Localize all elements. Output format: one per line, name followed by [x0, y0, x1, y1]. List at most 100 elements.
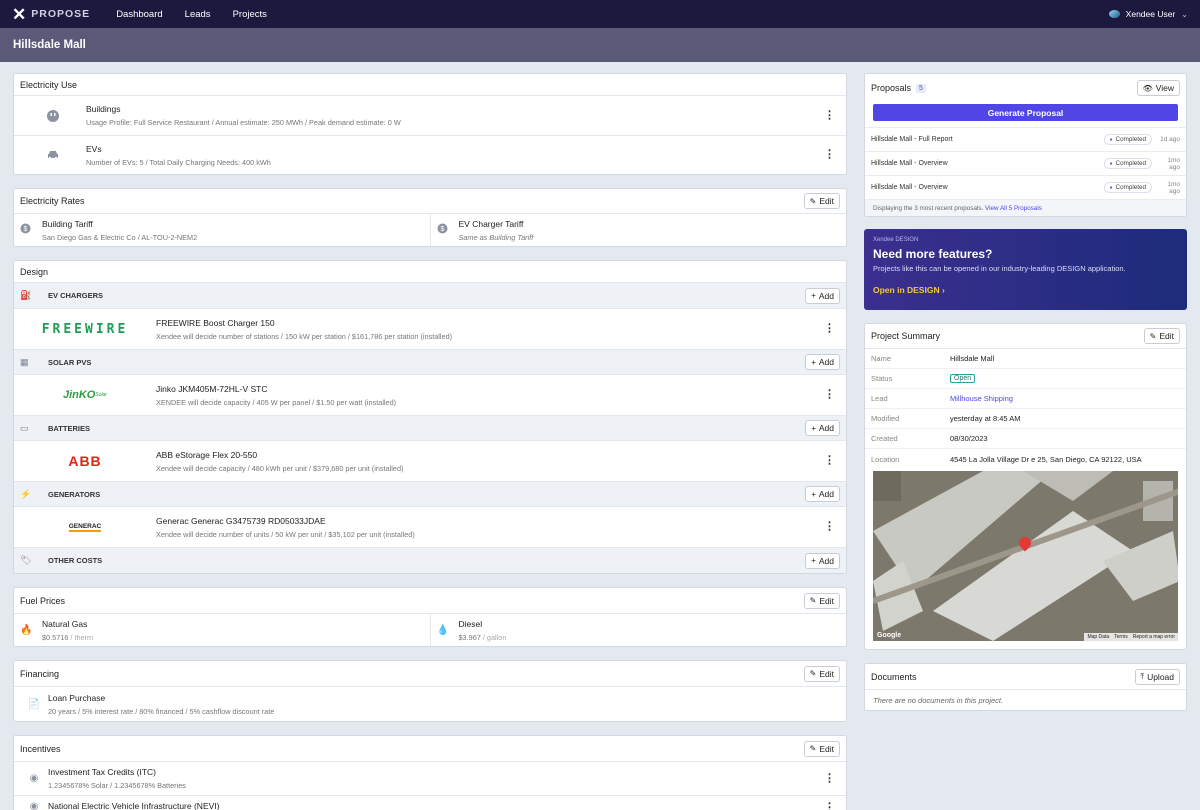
nevi-row[interactable]: ◉ National Electric Vehicle Infrastructu…: [14, 796, 846, 810]
card-title: Electricity Use: [20, 79, 78, 90]
button-label: Add: [818, 555, 834, 566]
button-label: Add: [818, 423, 834, 433]
location-value: 4545 La Jolla Village Dr e 25, San Diego…: [950, 454, 1142, 464]
proposals-card: Proposals 5 👁 View Generate Proposal Hill…: [864, 73, 1187, 217]
terms-link[interactable]: Terms: [1114, 634, 1128, 640]
card-title: Proposals: [871, 83, 912, 93]
more-options-icon[interactable]: ⋮: [824, 323, 835, 335]
evs-detail: Number of EVs: 5 / Total Daily Charging …: [86, 157, 271, 167]
incentives-card: Incentives ✎ Edit ◉ Investment Tax Credit…: [13, 735, 847, 810]
add-battery-button[interactable]: + Add: [805, 420, 840, 436]
building-tariff[interactable]: $ Building Tariff San Diego Gas & Electri…: [14, 214, 430, 246]
more-options-icon[interactable]: ⋮: [824, 149, 835, 161]
incentive-label: Investment Tax Credits (ITC): [48, 767, 157, 777]
documents-card: Documents ⤒ Upload There are no documents…: [864, 663, 1187, 711]
page-title-bar: Hillsdale Mall: [0, 28, 1200, 62]
button-label: Add: [818, 357, 834, 367]
add-ev-charger-button[interactable]: + Add: [805, 287, 840, 304]
add-generator-button[interactable]: + Add: [805, 486, 840, 502]
edit-button[interactable]: ✎ Edit: [803, 665, 840, 682]
promo-body: Projects like this can be opened in our …: [873, 264, 1126, 273]
design-card: Design ⛽ EV CHARGERS + Add FREEWIRE FREEWI…: [13, 260, 847, 574]
dollar-icon: $: [20, 223, 42, 237]
item-name: FREEWIRE Boost Charger 150: [156, 317, 275, 328]
generate-proposal-button[interactable]: Generate Proposal: [873, 104, 1178, 121]
map-attribution: Map Data Terms Report a map error: [1084, 633, 1178, 641]
upload-button[interactable]: ⤒ Upload: [1134, 668, 1180, 685]
right-column: Proposals 5 👁 View Generate Proposal Hill…: [864, 73, 1187, 724]
generac-logo: GENERAC: [68, 522, 102, 532]
more-options-icon[interactable]: ⋮: [824, 773, 835, 784]
nav-projects[interactable]: Projects: [233, 9, 267, 20]
proposals-footer: Displaying the 3 most recent proposals. …: [865, 200, 1186, 216]
evs-row[interactable]: EVs Number of EVs: 5 / Total Daily Chargi…: [14, 136, 846, 174]
button-label: Edit: [1159, 331, 1174, 341]
card-title: Electricity Rates: [20, 196, 85, 206]
solar-item[interactable]: JinKO Solar Jinko JKM405M-72HL-V STC XENDE…: [14, 375, 846, 415]
loan-purchase-row[interactable]: 📄 Loan Purchase 20 years / 5% interest ra…: [14, 687, 846, 721]
more-options-icon[interactable]: ⋮: [824, 521, 835, 533]
field-key: Created: [871, 434, 898, 443]
item-detail: XENDEE will decide capacity / 405 W per …: [156, 397, 397, 407]
generator-item[interactable]: GENERAC Generac Generac G3475739 RD05033…: [14, 507, 846, 547]
fuel-value: $3.967: [458, 632, 481, 642]
open-in-design-link[interactable]: Open in DESIGN ›: [873, 285, 1178, 295]
left-column: Electricity Use Buildings Usage Profile: …: [13, 73, 847, 810]
nav-leads[interactable]: Leads: [185, 9, 211, 20]
view-all-proposals-link[interactable]: View All 5 Proposals: [985, 205, 1042, 212]
map-data-label: Map Data: [1087, 634, 1110, 640]
proposal-row[interactable]: Hillsdale Mall - Full Report Completed 1d …: [865, 128, 1186, 152]
button-label: Edit: [819, 595, 834, 606]
pencil-icon: ✎: [1149, 331, 1157, 341]
brand-logo[interactable]: ✕ PROPOSE: [12, 6, 90, 23]
promo-headline: Need more features?: [873, 247, 993, 261]
ev-charger-tariff[interactable]: $ EV Charger Tariff Same as Building Tari…: [429, 214, 847, 246]
plus-icon: +: [811, 423, 816, 433]
coins-icon: ◉: [29, 773, 39, 784]
buildings-detail: Usage Profile: Full Service Restaurant /…: [86, 118, 401, 127]
add-solar-button[interactable]: + Add: [805, 354, 840, 370]
itc-row[interactable]: ◉ Investment Tax Credits (ITC) 1.2345678%…: [14, 762, 846, 796]
item-name: Jinko JKM405M-72HL-V STC: [156, 383, 268, 394]
more-options-icon[interactable]: ⋮: [824, 389, 835, 401]
view-button[interactable]: 👁 View: [1136, 80, 1180, 96]
ev-tariff-label: EV Charger Tariff: [458, 218, 524, 229]
proposal-name: Hillsdale Mall - Full Report: [871, 136, 953, 143]
edit-button[interactable]: ✎ Edit: [803, 592, 840, 609]
financing-detail: 20 years / 5% interest rate / 80% financ…: [48, 706, 275, 716]
user-menu[interactable]: Xendee User ⌄: [1108, 9, 1188, 19]
project-name-value: Hillsdale Mall: [950, 354, 995, 363]
buildings-row[interactable]: Buildings Usage Profile: Full Service Res…: [14, 96, 846, 136]
more-options-icon[interactable]: ⋮: [824, 455, 835, 467]
proposal-age: 1mo ago: [1167, 156, 1180, 171]
edit-button[interactable]: ✎ Edit: [1143, 328, 1180, 344]
edit-button[interactable]: ✎ Edit: [803, 193, 840, 209]
button-label: Add: [818, 290, 834, 301]
brand-name: PROPOSE: [31, 8, 91, 20]
pencil-icon: ✎: [809, 196, 817, 206]
tag-icon: 🏷: [20, 555, 32, 565]
lead-link[interactable]: Millhouse Shipping: [950, 394, 1013, 403]
natural-gas[interactable]: 🔥 Natural Gas $0.5716 / therm: [14, 614, 430, 646]
edit-button[interactable]: ✎ Edit: [803, 740, 840, 757]
pencil-icon: ✎: [809, 669, 817, 678]
report-map-error-link[interactable]: Report a map error: [1133, 634, 1175, 640]
dollar-icon: $: [437, 223, 459, 237]
electricity-rates-card: Electricity Rates ✎ Edit $ Building Tarif…: [13, 188, 847, 247]
pencil-icon: ✎: [809, 596, 817, 605]
proposal-row[interactable]: Hillsdale Mall - Overview Completed 1mo ag…: [865, 176, 1186, 200]
location-map[interactable]: Google Map Data Terms Report a map error: [873, 471, 1178, 641]
fuel-label: Natural Gas: [42, 618, 88, 629]
more-options-icon[interactable]: ⋮: [824, 802, 835, 810]
battery-item[interactable]: ABB ABB eStorage Flex 20-550 Xendee will …: [14, 441, 846, 481]
ev-charger-item[interactable]: FREEWIRE FREEWIRE Boost Charger 150 Xende…: [14, 309, 846, 349]
status-badge: Completed: [1103, 158, 1152, 169]
more-options-icon[interactable]: ⋮: [824, 110, 835, 121]
nav-dashboard[interactable]: Dashboard: [116, 9, 162, 20]
add-other-cost-button[interactable]: + Add: [805, 552, 840, 569]
proposal-name: Hillsdale Mall - Overview: [871, 160, 948, 167]
fuel-prices-card: Fuel Prices ✎ Edit 🔥 Natural Gas $0.5716 /…: [13, 587, 847, 647]
chevron-right-icon: ›: [941, 285, 945, 295]
diesel[interactable]: 💧 Diesel $3.967 / gallon: [429, 614, 847, 646]
proposal-row[interactable]: Hillsdale Mall - Overview Completed 1mo ag…: [865, 152, 1186, 176]
